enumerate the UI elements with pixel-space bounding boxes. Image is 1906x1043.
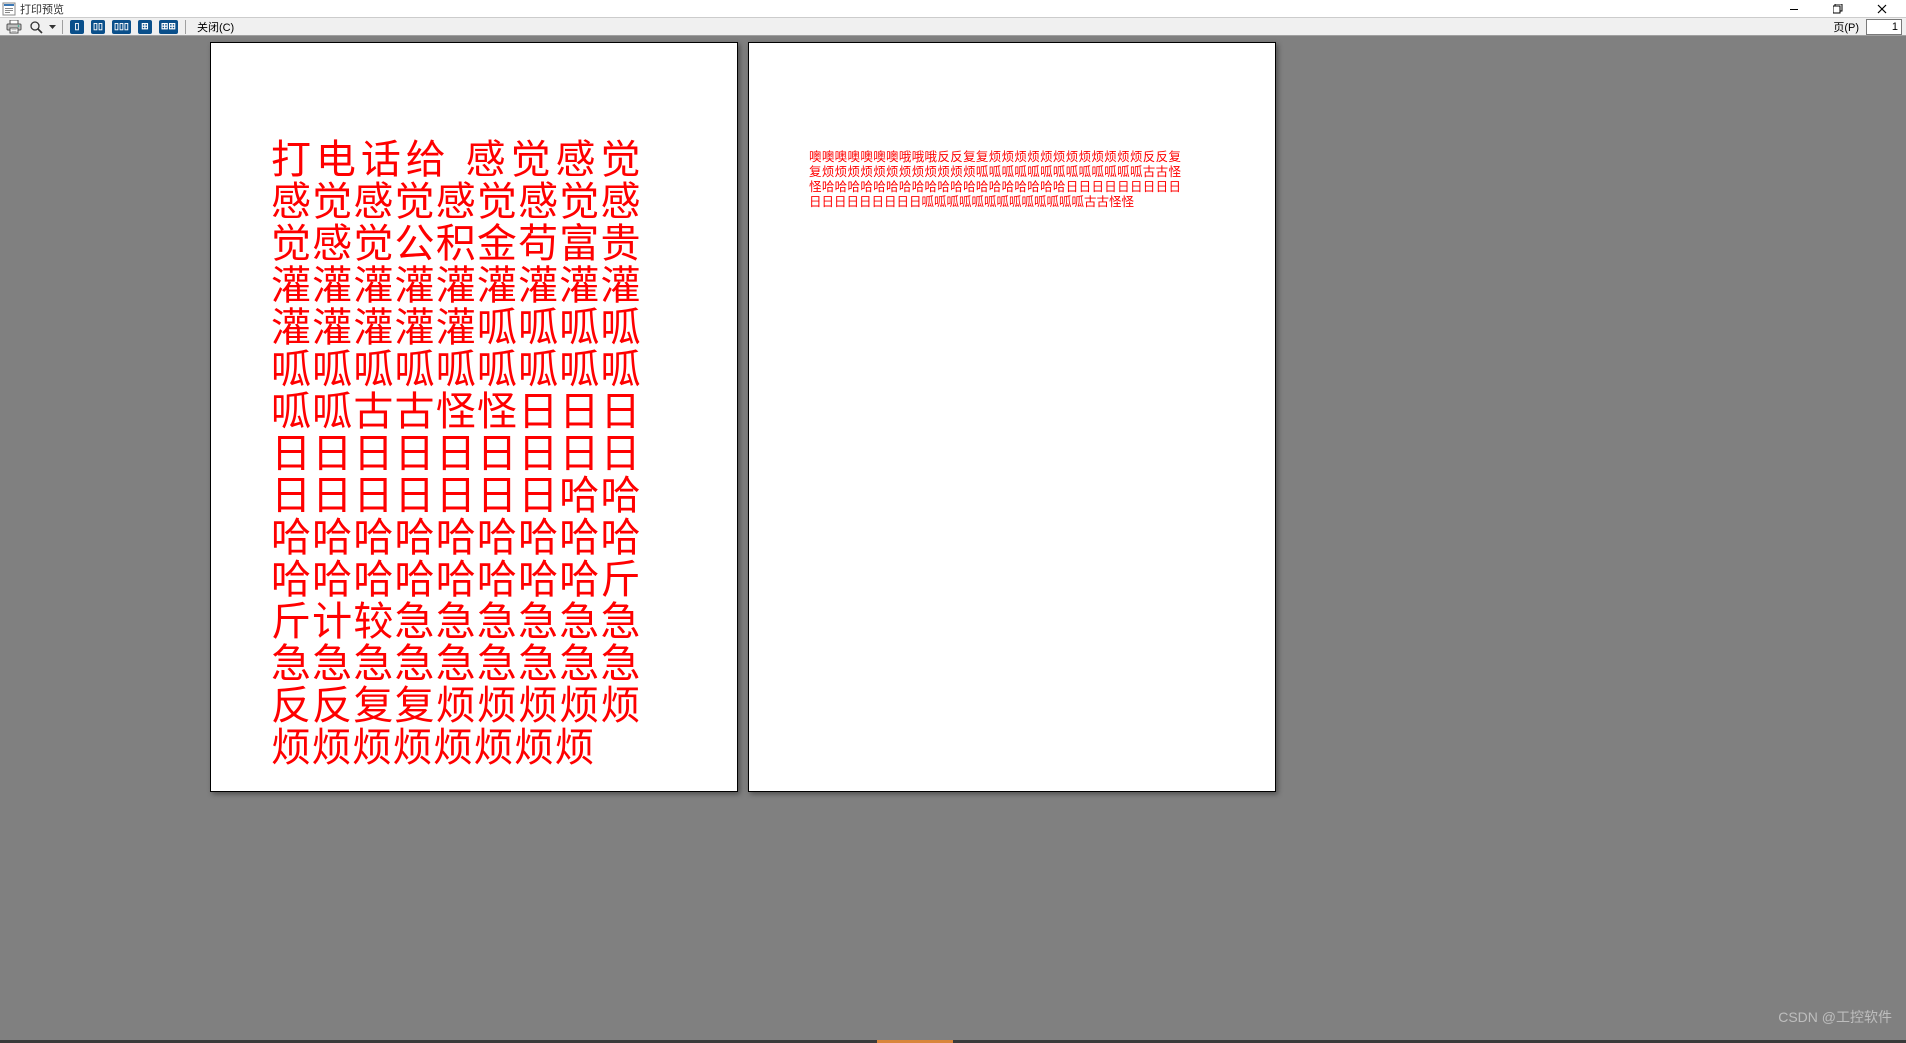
page-label: 页(P) [1833, 19, 1859, 35]
layout-3-icon: ▯▯▯ [112, 20, 131, 34]
layout-1page-button[interactable]: ▯ [68, 19, 86, 35]
magnifier-icon [29, 20, 43, 34]
close-window-button[interactable] [1860, 0, 1904, 18]
layout-6-icon: ⊞⊞ [159, 20, 178, 34]
preview-viewport[interactable]: 打电话给 感觉感觉感觉感觉感觉感觉感觉感觉公积金苟富贵灌灌灌灌灌灌灌灌灌灌灌灌灌… [0, 36, 1906, 1040]
layout-1-icon: ▯ [70, 20, 84, 34]
print-button[interactable] [4, 19, 24, 35]
layout-6page-button[interactable]: ⊞⊞ [157, 19, 180, 35]
app-icon [2, 2, 16, 16]
layout-3page-button[interactable]: ▯▯▯ [110, 19, 133, 35]
window-titlebar: 打印预览 [0, 0, 1906, 18]
maximize-button[interactable] [1816, 0, 1860, 18]
close-preview-button[interactable]: 关闭(C) [191, 19, 240, 35]
preview-page-2: 噢噢噢噢噢噢噢哦哦哦反反复复烦烦烦烦烦烦烦烦烦烦烦烦反反复复烦烦烦烦烦烦烦烦烦烦… [748, 42, 1276, 792]
preview-page-1: 打电话给 感觉感觉感觉感觉感觉感觉感觉感觉公积金苟富贵灌灌灌灌灌灌灌灌灌灌灌灌灌… [210, 42, 738, 792]
layout-2page-button[interactable]: ▯▯ [89, 19, 107, 35]
layout-4page-button[interactable]: ⊞ [136, 19, 154, 35]
page-number-input[interactable] [1866, 19, 1902, 35]
window-buttons [1772, 0, 1904, 18]
zoom-button[interactable] [27, 19, 45, 35]
layout-2-icon: ▯▯ [91, 20, 105, 34]
toolbar-separator [185, 20, 186, 34]
layout-4-icon: ⊞ [138, 20, 152, 34]
window-title: 打印预览 [20, 1, 1772, 17]
toolbar-separator [62, 20, 63, 34]
chevron-down-icon [49, 20, 56, 34]
page-1-text: 打电话给 感觉感觉感觉感觉感觉感觉感觉感觉公积金苟富贵灌灌灌灌灌灌灌灌灌灌灌灌灌… [271, 139, 641, 769]
page-2-text: 噢噢噢噢噢噢噢哦哦哦反反复复烦烦烦烦烦烦烦烦烦烦烦烦反反复复烦烦烦烦烦烦烦烦烦烦… [809, 150, 1181, 210]
printer-icon [6, 20, 22, 34]
zoom-dropdown-button[interactable] [48, 19, 57, 35]
minimize-button[interactable] [1772, 0, 1816, 18]
toolbar: ▯ ▯▯ ▯▯▯ ⊞ ⊞⊞ 关闭(C) 页(P) [0, 18, 1906, 36]
